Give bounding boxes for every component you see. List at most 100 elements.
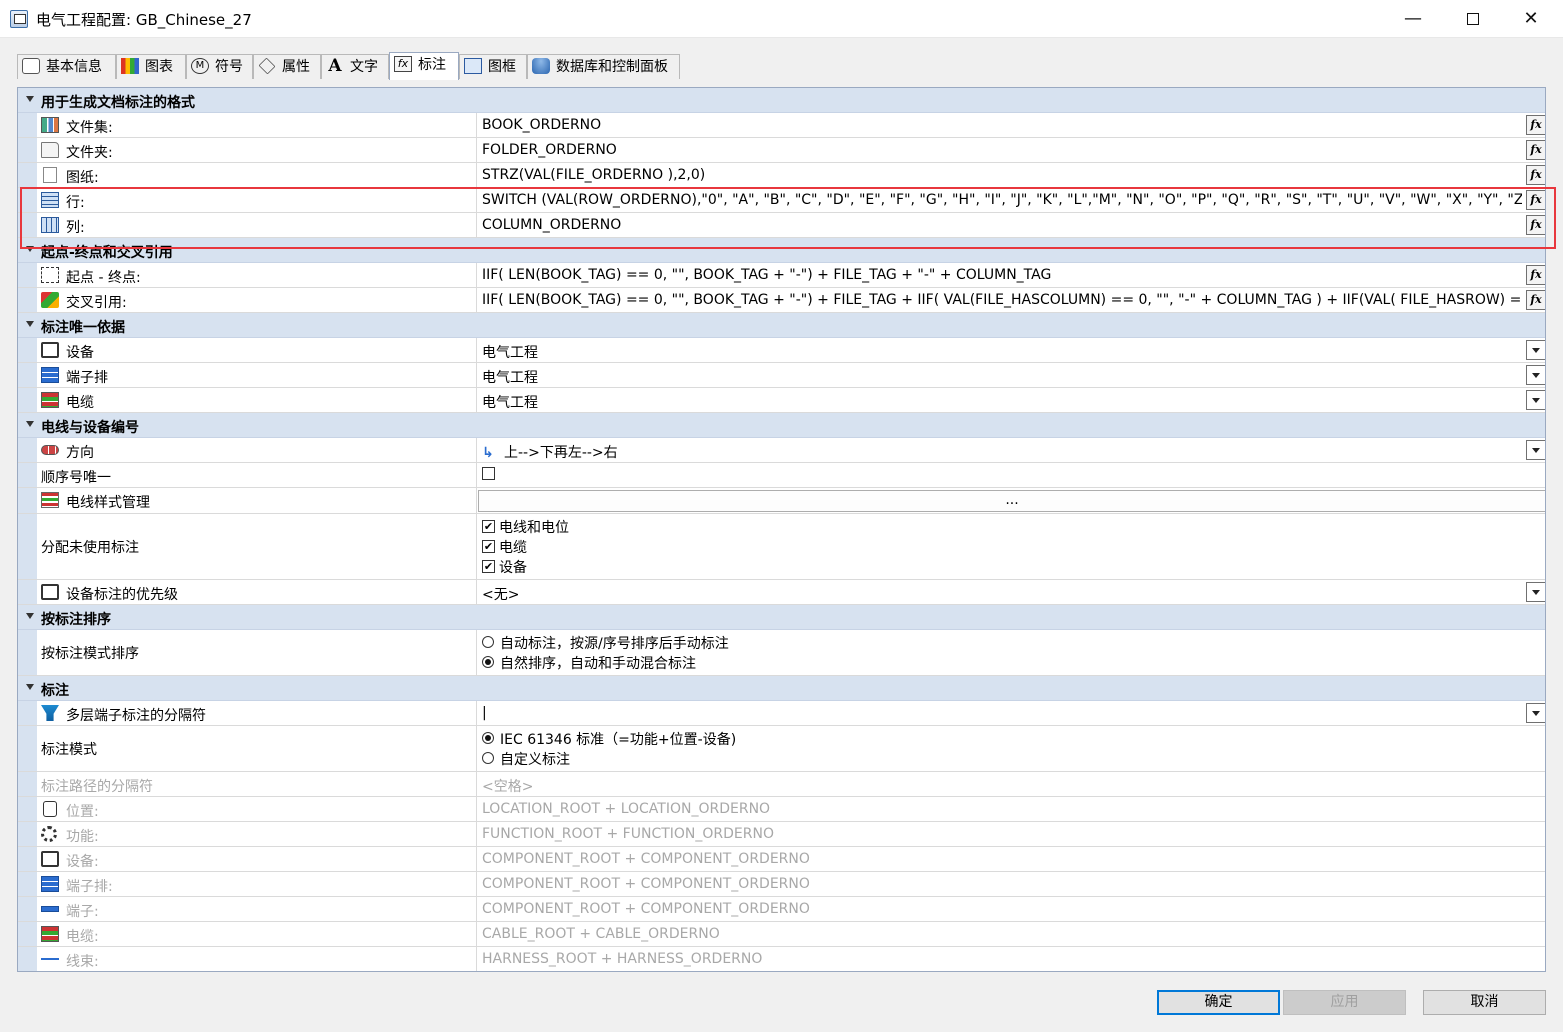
collapse-icon[interactable] (26, 684, 34, 690)
dropdown-button[interactable] (1526, 390, 1545, 410)
collapse-icon[interactable] (26, 321, 34, 327)
prop-value[interactable]: | (478, 701, 1545, 725)
collapse-icon[interactable] (26, 421, 34, 427)
tab-database[interactable]: 数据库和控制面板 (527, 54, 680, 79)
radio-button[interactable] (482, 732, 494, 744)
tab-charts[interactable]: 图表 (116, 54, 186, 79)
prop-row-assign-unused[interactable]: 分配未使用标注 ✔ 电线和电位 ✔ 电缆 ✔ 设备 (18, 514, 1545, 580)
formula-button[interactable]: fx (1526, 265, 1545, 285)
radio-button[interactable] (482, 752, 494, 764)
prop-row-multi-separator[interactable]: 多层端子标注的分隔符 | (18, 701, 1545, 726)
prop-value[interactable]: 电气工程 (478, 388, 1545, 412)
fx-icon: fx (394, 56, 412, 72)
tag-mode-option-iec[interactable]: IEC 61346 标准（=功能+位置-设备) (482, 729, 736, 749)
prop-value[interactable]: IIF( LEN(BOOK_TAG) == 0, "", BOOK_TAG + … (478, 288, 1545, 312)
row-gutter (18, 630, 37, 675)
formula-button[interactable]: fx (1526, 165, 1545, 185)
section-wire-numbering[interactable]: 电线与设备编号 (18, 413, 1545, 438)
prop-row-start-end[interactable]: 起点 - 终点: IIF( LEN(BOOK_TAG) == 0, "", BO… (18, 263, 1545, 288)
row-gutter (18, 263, 37, 287)
dropdown-button[interactable] (1526, 440, 1545, 460)
prop-value[interactable]: IIF( LEN(BOOK_TAG) == 0, "", BOOK_TAG + … (478, 263, 1545, 287)
chart-icon (121, 58, 139, 74)
prop-name: 端子: (37, 897, 477, 921)
assign-option-wire-potential[interactable]: ✔ 电线和电位 (482, 517, 569, 537)
prop-row-folder[interactable]: 文件夹: FOLDER_ORDERNO fx (18, 138, 1545, 163)
section-sort[interactable]: 按标注排序 (18, 605, 1545, 630)
tab-properties[interactable]: 属性 (253, 54, 321, 79)
tab-annotation[interactable]: fx 标注 (389, 52, 459, 80)
prop-row-column[interactable]: 列: COLUMN_ORDERNO fx (18, 213, 1545, 238)
prop-value[interactable]: <无> (478, 580, 1545, 604)
prop-value[interactable]: 电气工程 (478, 363, 1545, 387)
checkbox[interactable]: ✔ (482, 539, 495, 553)
cancel-button[interactable]: 取消 (1423, 990, 1546, 1015)
prop-value[interactable]: BOOK_ORDERNO fx (478, 113, 1545, 137)
prop-row-drawing[interactable]: 图纸: STRZ(VAL(FILE_ORDERNO ),2,0) fx (18, 163, 1545, 188)
prop-row-book[interactable]: 文件集: BOOK_ORDERNO fx (18, 113, 1545, 138)
prop-value: CABLE_ROOT + CABLE_ORDERNO (482, 926, 720, 942)
row-gutter (18, 288, 37, 312)
formula-button[interactable]: fx (1526, 115, 1545, 135)
radio-button[interactable] (482, 636, 494, 648)
prop-row-device-priority[interactable]: 设备标注的优先级 <无> (18, 580, 1545, 605)
prop-row-tag-cable: 电缆: CABLE_ROOT + CABLE_ORDERNO (18, 922, 1545, 947)
tab-basic-info[interactable]: 基本信息 (17, 54, 116, 79)
dropdown-button[interactable] (1526, 365, 1545, 385)
device-icon (41, 584, 59, 600)
radio-button[interactable] (482, 656, 494, 668)
section-start-end[interactable]: 起点-终点和交叉引用 (18, 238, 1545, 263)
formula-button[interactable]: fx (1526, 215, 1545, 235)
formula-button[interactable]: fx (1526, 290, 1545, 310)
prop-row-tag-mode[interactable]: 标注模式 IEC 61346 标准（=功能+位置-设备) 自定义标注 (18, 726, 1545, 772)
sort-option-natural[interactable]: 自然排序，自动和手动混合标注 (482, 653, 696, 673)
prop-row-device[interactable]: 设备 电气工程 (18, 338, 1545, 363)
prop-row-sort-mode[interactable]: 按标注模式排序 自动标注，按源/序号排序后手动标注 自然排序，自动和手动混合标注 (18, 630, 1545, 676)
prop-row-wire-style[interactable]: 电线样式管理 ... (18, 488, 1545, 514)
prop-value[interactable]: COLUMN_ORDERNO fx (478, 213, 1545, 237)
dropdown-button[interactable] (1526, 703, 1545, 723)
apply-button[interactable]: 应用 (1283, 990, 1406, 1015)
prop-row-cable[interactable]: 电缆 电气工程 (18, 388, 1545, 413)
maximize-button[interactable] (1444, 0, 1502, 38)
prop-value[interactable]: FOLDER_ORDERNO fx (478, 138, 1545, 162)
prop-row-row[interactable]: 行: SWITCH (VAL(ROW_ORDERNO),"0", "A", "B… (18, 188, 1545, 213)
minimize-button[interactable]: — (1384, 0, 1442, 38)
dropdown-button[interactable] (1526, 582, 1545, 602)
prop-value[interactable]: SWITCH (VAL(ROW_ORDERNO),"0", "A", "B", … (478, 188, 1545, 212)
tab-frame[interactable]: 图框 (459, 54, 527, 79)
tab-text[interactable]: A 文字 (321, 54, 389, 79)
assign-option-device[interactable]: ✔ 设备 (482, 557, 527, 577)
sequence-unique-checkbox[interactable] (482, 467, 495, 480)
prop-row-sequence-unique[interactable]: 顺序号唯一 (18, 463, 1545, 488)
row-gutter (18, 897, 37, 921)
ok-button[interactable]: 确定 (1157, 990, 1280, 1015)
collapse-icon[interactable] (26, 96, 34, 102)
sort-option-auto[interactable]: 自动标注，按源/序号排序后手动标注 (482, 633, 729, 653)
dropdown-button[interactable] (1526, 340, 1545, 360)
assign-option-cable[interactable]: ✔ 电缆 (482, 537, 527, 557)
collapse-icon[interactable] (26, 613, 34, 619)
prop-value[interactable]: 电气工程 (478, 338, 1545, 362)
section-doc-format[interactable]: 用于生成文档标注的格式 (18, 88, 1545, 113)
checkbox[interactable]: ✔ (482, 519, 495, 533)
section-unique-basis[interactable]: 标注唯一依据 (18, 313, 1545, 338)
close-button[interactable]: ✕ (1502, 0, 1560, 38)
formula-button[interactable]: fx (1526, 140, 1545, 160)
prop-value[interactable]: STRZ(VAL(FILE_ORDERNO ),2,0) fx (478, 163, 1545, 187)
prop-row-terminal-strip[interactable]: 端子排 电气工程 (18, 363, 1545, 388)
wire-style-browse-button[interactable]: ... (478, 490, 1545, 512)
prop-row-tag-terminal: 端子: COMPONENT_ROOT + COMPONENT_ORDERNO (18, 897, 1545, 922)
tag-mode-option-custom[interactable]: 自定义标注 (482, 749, 570, 769)
row-gutter (18, 772, 37, 796)
tab-symbols[interactable]: M 符号 (186, 54, 253, 79)
prop-row-crossref[interactable]: 交叉引用: IIF( LEN(BOOK_TAG) == 0, "", BOOK_… (18, 288, 1545, 313)
prop-value: LOCATION_ROOT + LOCATION_ORDERNO (482, 801, 771, 817)
collapse-icon[interactable] (26, 246, 34, 252)
prop-row-direction[interactable]: 方向 ↳ 上-->下再左-->右 (18, 438, 1545, 463)
prop-value[interactable]: ↳ 上-->下再左-->右 (478, 438, 1545, 462)
checkbox[interactable]: ✔ (482, 559, 495, 573)
section-tag[interactable]: 标注 (18, 676, 1545, 701)
formula-button[interactable]: fx (1526, 190, 1545, 210)
database-icon (532, 58, 550, 74)
